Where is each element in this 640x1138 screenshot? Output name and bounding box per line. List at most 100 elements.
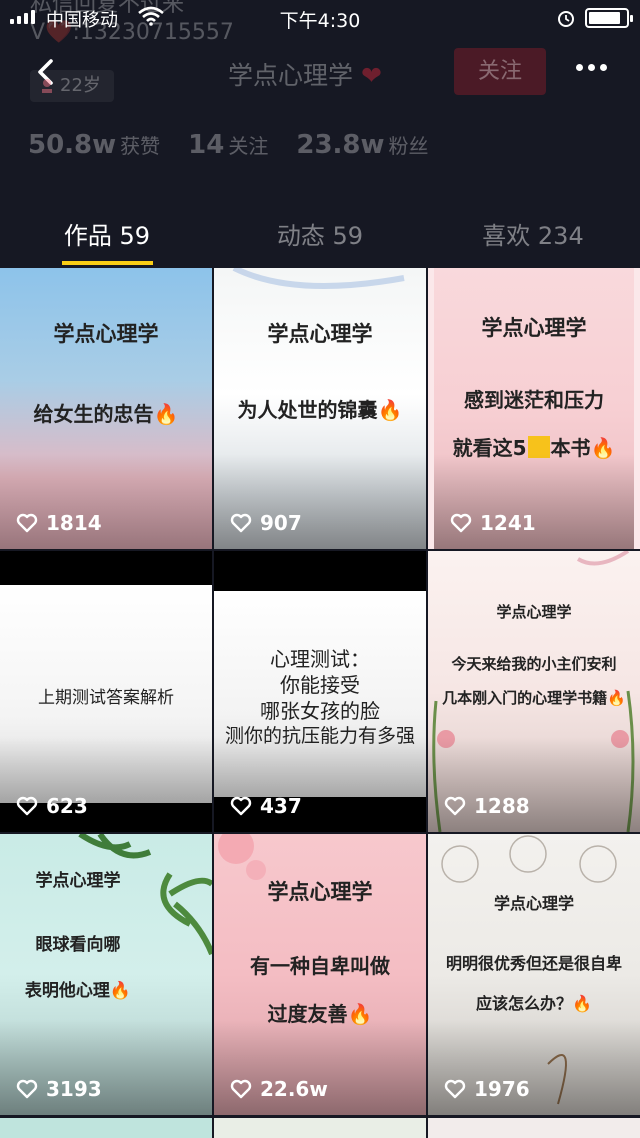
heart-outline-icon xyxy=(230,796,252,816)
like-value: 3193 xyxy=(46,1077,102,1101)
like-count: 22.6w xyxy=(230,1077,328,1101)
video-title: 学点心理学 xyxy=(35,871,121,891)
fire-icon: 🔥 xyxy=(153,402,179,426)
like-count: 907 xyxy=(230,511,302,535)
stat-value: 23.8w xyxy=(296,130,385,160)
like-value: 1241 xyxy=(480,511,536,535)
stat-likes[interactable]: 50.8w 获赞 xyxy=(28,130,160,160)
alarm-icon xyxy=(558,11,574,27)
video-tile[interactable]: 心理测试： 你能接受 哪张女孩的脸 测你的抗压能力有多强 437 xyxy=(214,551,426,832)
page-title: 学点心理学 ❤ xyxy=(228,56,382,92)
video-tile[interactable]: 学点心理学 眼球看向哪 表明他心理🔥 3193 xyxy=(0,834,212,1115)
age-label: 22岁 xyxy=(60,75,101,96)
video-title: 学点心理学 xyxy=(267,322,373,346)
video-caption: 为人处世的锦囊🔥 xyxy=(214,394,426,423)
like-count: 1241 xyxy=(450,511,536,535)
heart-outline-icon xyxy=(16,513,38,533)
video-caption-2: 哪张女孩的脸 xyxy=(260,699,380,723)
profile-tabs: 作品 59 动态 59 喜欢 234 xyxy=(0,216,640,268)
heart-outline-icon xyxy=(230,513,252,533)
heart-icon: ❤ xyxy=(360,61,382,90)
video-tile[interactable]: 学点心理学 为人处世的锦囊🔥 907 xyxy=(214,268,426,549)
like-value: 1288 xyxy=(474,794,530,818)
like-value: 22.6w xyxy=(260,1077,328,1101)
heart-outline-icon xyxy=(16,1079,38,1099)
video-tile[interactable]: 学点心理学 感到迷茫和压力 就看这5 本书🔥 1241 xyxy=(428,268,640,549)
like-count: 623 xyxy=(16,794,88,818)
tab-indicator xyxy=(62,261,153,265)
fire-icon: 🔥 xyxy=(377,398,403,422)
caption-text: 表明他心理 xyxy=(24,981,110,1001)
follow-button[interactable]: 关注 xyxy=(454,48,546,95)
tab-likes[interactable]: 喜欢 234 xyxy=(426,216,640,251)
like-value: 1976 xyxy=(474,1077,530,1101)
caption-text: 几本刚入门的心理学书籍 xyxy=(442,689,608,707)
stat-label: 粉丝 xyxy=(388,134,429,158)
video-tile-peek[interactable] xyxy=(214,1118,426,1138)
video-caption-2: 表明他心理🔥 xyxy=(0,976,184,1001)
video-title: 学点心理学 xyxy=(481,316,587,340)
video-tile[interactable]: 上期测试答案解析 623 xyxy=(0,551,212,832)
video-grid: 学点心理学 给女生的忠告🔥 1814 学点心理学 为人处世的锦囊🔥 907 学点… xyxy=(0,268,640,1115)
battery-icon xyxy=(585,8,633,28)
fire-icon: 🔥 xyxy=(572,994,592,1013)
video-caption: 你能接受 xyxy=(280,673,360,697)
caption-text: 给女生的忠告 xyxy=(33,402,154,426)
video-caption: 眼球看向哪 xyxy=(35,935,121,955)
page-title-text: 学点心理学 xyxy=(228,61,354,90)
status-bar: 中国移动 下午4:30 xyxy=(0,0,640,36)
like-value: 623 xyxy=(46,794,88,818)
video-caption-2: 几本刚入门的心理学书籍🔥 xyxy=(428,687,640,708)
video-caption: 给女生的忠告🔥 xyxy=(0,398,212,427)
heart-outline-icon xyxy=(444,796,466,816)
next-row-peek xyxy=(0,1118,640,1138)
heart-outline-icon xyxy=(444,1079,466,1099)
more-icon[interactable] xyxy=(576,64,607,71)
like-count: 437 xyxy=(230,794,302,818)
stat-followers[interactable]: 23.8w 粉丝 xyxy=(296,130,428,160)
gender-icon xyxy=(42,79,52,93)
video-tile-peek[interactable] xyxy=(0,1118,212,1138)
age-badge: 22岁 xyxy=(30,70,114,102)
video-tile[interactable]: 学点心理学 有一种自卑叫做 过度友善🔥 22.6w xyxy=(214,834,426,1115)
fire-icon: 🔥 xyxy=(607,689,626,707)
heart-outline-icon xyxy=(16,796,38,816)
video-caption: 上期测试答案解析 xyxy=(38,688,174,708)
tab-moments[interactable]: 动态 59 xyxy=(213,216,427,251)
stat-following[interactable]: 14 关注 xyxy=(188,130,268,160)
heart-outline-icon xyxy=(230,1079,252,1099)
profile-stats: 50.8w 获赞 14 关注 23.8w 粉丝 xyxy=(28,130,429,160)
video-caption-2: 应该怎么办？🔥 xyxy=(428,990,640,1014)
tab-works[interactable]: 作品 59 xyxy=(0,216,214,251)
clock: 下午4:30 xyxy=(279,10,361,32)
like-count: 1976 xyxy=(444,1077,530,1101)
stat-value: 14 xyxy=(188,130,225,160)
video-caption: 有一种自卑叫做 xyxy=(250,954,390,978)
video-title: 心理测试： xyxy=(270,647,370,671)
video-title: 学点心理学 xyxy=(267,880,373,904)
fire-icon: 🔥 xyxy=(109,981,132,1001)
video-title: 学点心理学 xyxy=(53,322,159,346)
video-tile[interactable]: 学点心理学 给女生的忠告🔥 1814 xyxy=(0,268,212,549)
video-tile-peek[interactable] xyxy=(428,1118,640,1138)
like-value: 1814 xyxy=(46,511,102,535)
video-caption: 感到迷茫和压力 xyxy=(464,388,604,412)
feather-decoration xyxy=(232,268,405,289)
video-tile[interactable]: 学点心理学 今天来给我的小主们安利 几本刚入门的心理学书籍🔥 1288 xyxy=(428,551,640,832)
like-count: 1288 xyxy=(444,794,530,818)
stat-label: 获赞 xyxy=(120,134,161,158)
video-caption: 今天来给我的小主们安利 xyxy=(451,655,617,673)
video-title: 学点心理学 xyxy=(496,603,572,621)
profile-header: 私信回复不过来 V❤️:13230715557 中国移动 下午4:30 22岁 xyxy=(0,0,640,268)
caption-text: 为人处世的锦囊 xyxy=(237,398,378,422)
caption-text: 应该怎么办？ xyxy=(476,994,573,1013)
heart-outline-icon xyxy=(450,513,472,533)
video-tile[interactable]: 学点心理学 明明很优秀但还是很自卑 应该怎么办？🔥 1976 xyxy=(428,834,640,1115)
like-count: 1814 xyxy=(16,511,102,535)
like-count: 3193 xyxy=(16,1077,102,1101)
like-value: 437 xyxy=(260,794,302,818)
stat-label: 关注 xyxy=(228,134,269,158)
video-caption: 明明很优秀但还是很自卑 xyxy=(445,954,622,973)
like-value: 907 xyxy=(260,511,302,535)
stat-value: 50.8w xyxy=(28,130,117,160)
